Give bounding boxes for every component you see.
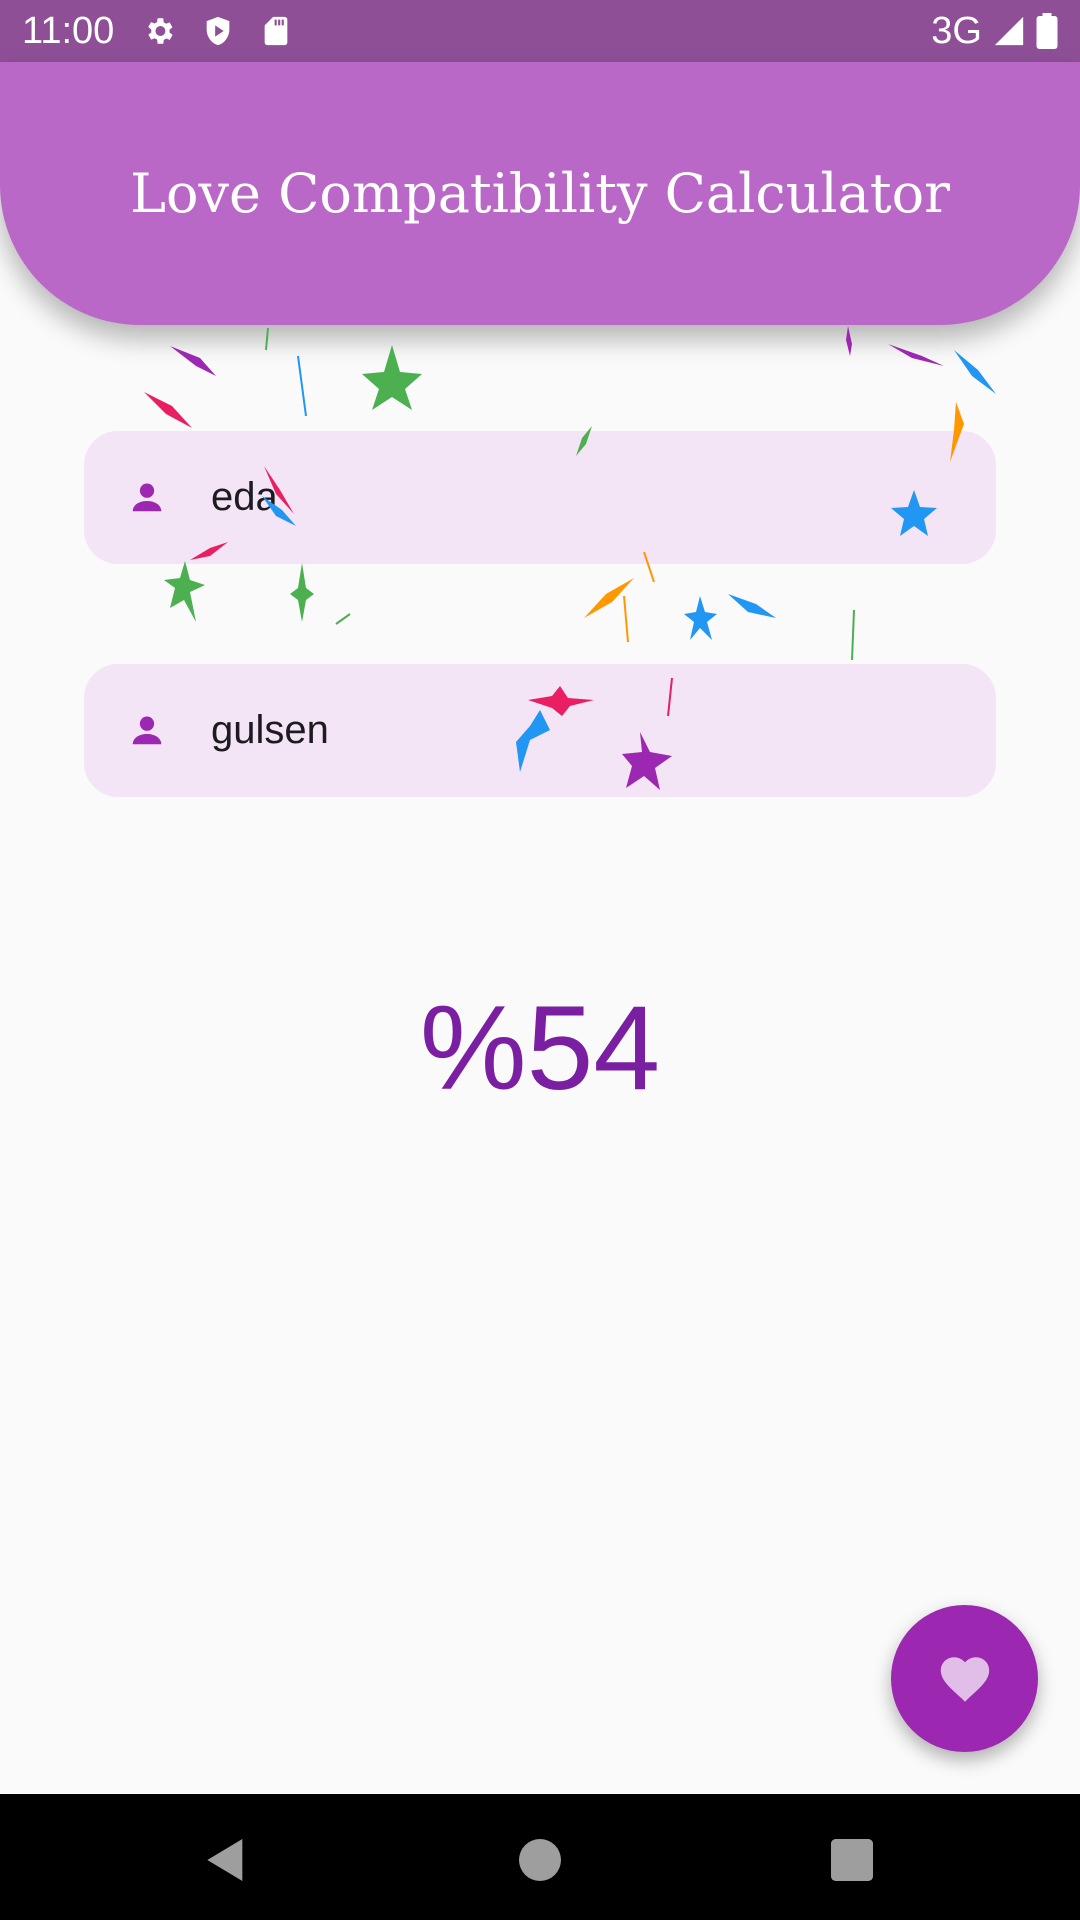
home-icon[interactable] (512, 1832, 568, 1888)
confetti-star (684, 596, 717, 640)
confetti-star (290, 563, 314, 622)
second-name-field[interactable] (84, 664, 996, 797)
app-title: Love Compatibility Calculator (130, 162, 950, 225)
confetti-sliver (846, 326, 852, 356)
heart-icon (940, 1656, 989, 1702)
confetti-thread (265, 327, 269, 351)
sd-card-icon (264, 16, 288, 46)
compatibility-result: %54 (419, 981, 661, 1115)
confetti-sliver (888, 344, 944, 366)
status-bar: 11:00 3G (0, 0, 1080, 62)
confetti-star (164, 561, 205, 622)
person-icon (132, 716, 162, 745)
network-type-label: 3G (931, 10, 982, 52)
settings-icon (148, 18, 173, 44)
back-icon[interactable] (198, 1832, 254, 1888)
confetti-sliver (170, 346, 216, 376)
first-name-input[interactable] (211, 469, 911, 525)
confetti-thread (335, 613, 351, 625)
confetti-sliver (144, 392, 192, 428)
calculate-fab[interactable] (891, 1605, 1038, 1752)
second-name-input[interactable] (211, 702, 911, 758)
shield-icon (206, 16, 230, 46)
confetti-thread (623, 595, 629, 643)
person-icon (132, 483, 162, 512)
navigation-bar (0, 1794, 1080, 1920)
first-name-field[interactable] (84, 431, 996, 564)
recents-icon[interactable] (824, 1832, 880, 1888)
signal-icon (994, 16, 1024, 46)
confetti-sliver (954, 350, 996, 394)
confetti-thread (297, 355, 307, 417)
confetti-star (362, 345, 422, 410)
app-bar: Love Compatibility Calculator (0, 62, 1080, 325)
confetti-sliver (584, 578, 634, 618)
confetti-sliver (728, 594, 776, 618)
status-time: 11:00 (22, 10, 115, 52)
confetti-thread (851, 609, 855, 661)
status-right: 3G (931, 8, 1058, 54)
battery-icon (1036, 13, 1058, 49)
